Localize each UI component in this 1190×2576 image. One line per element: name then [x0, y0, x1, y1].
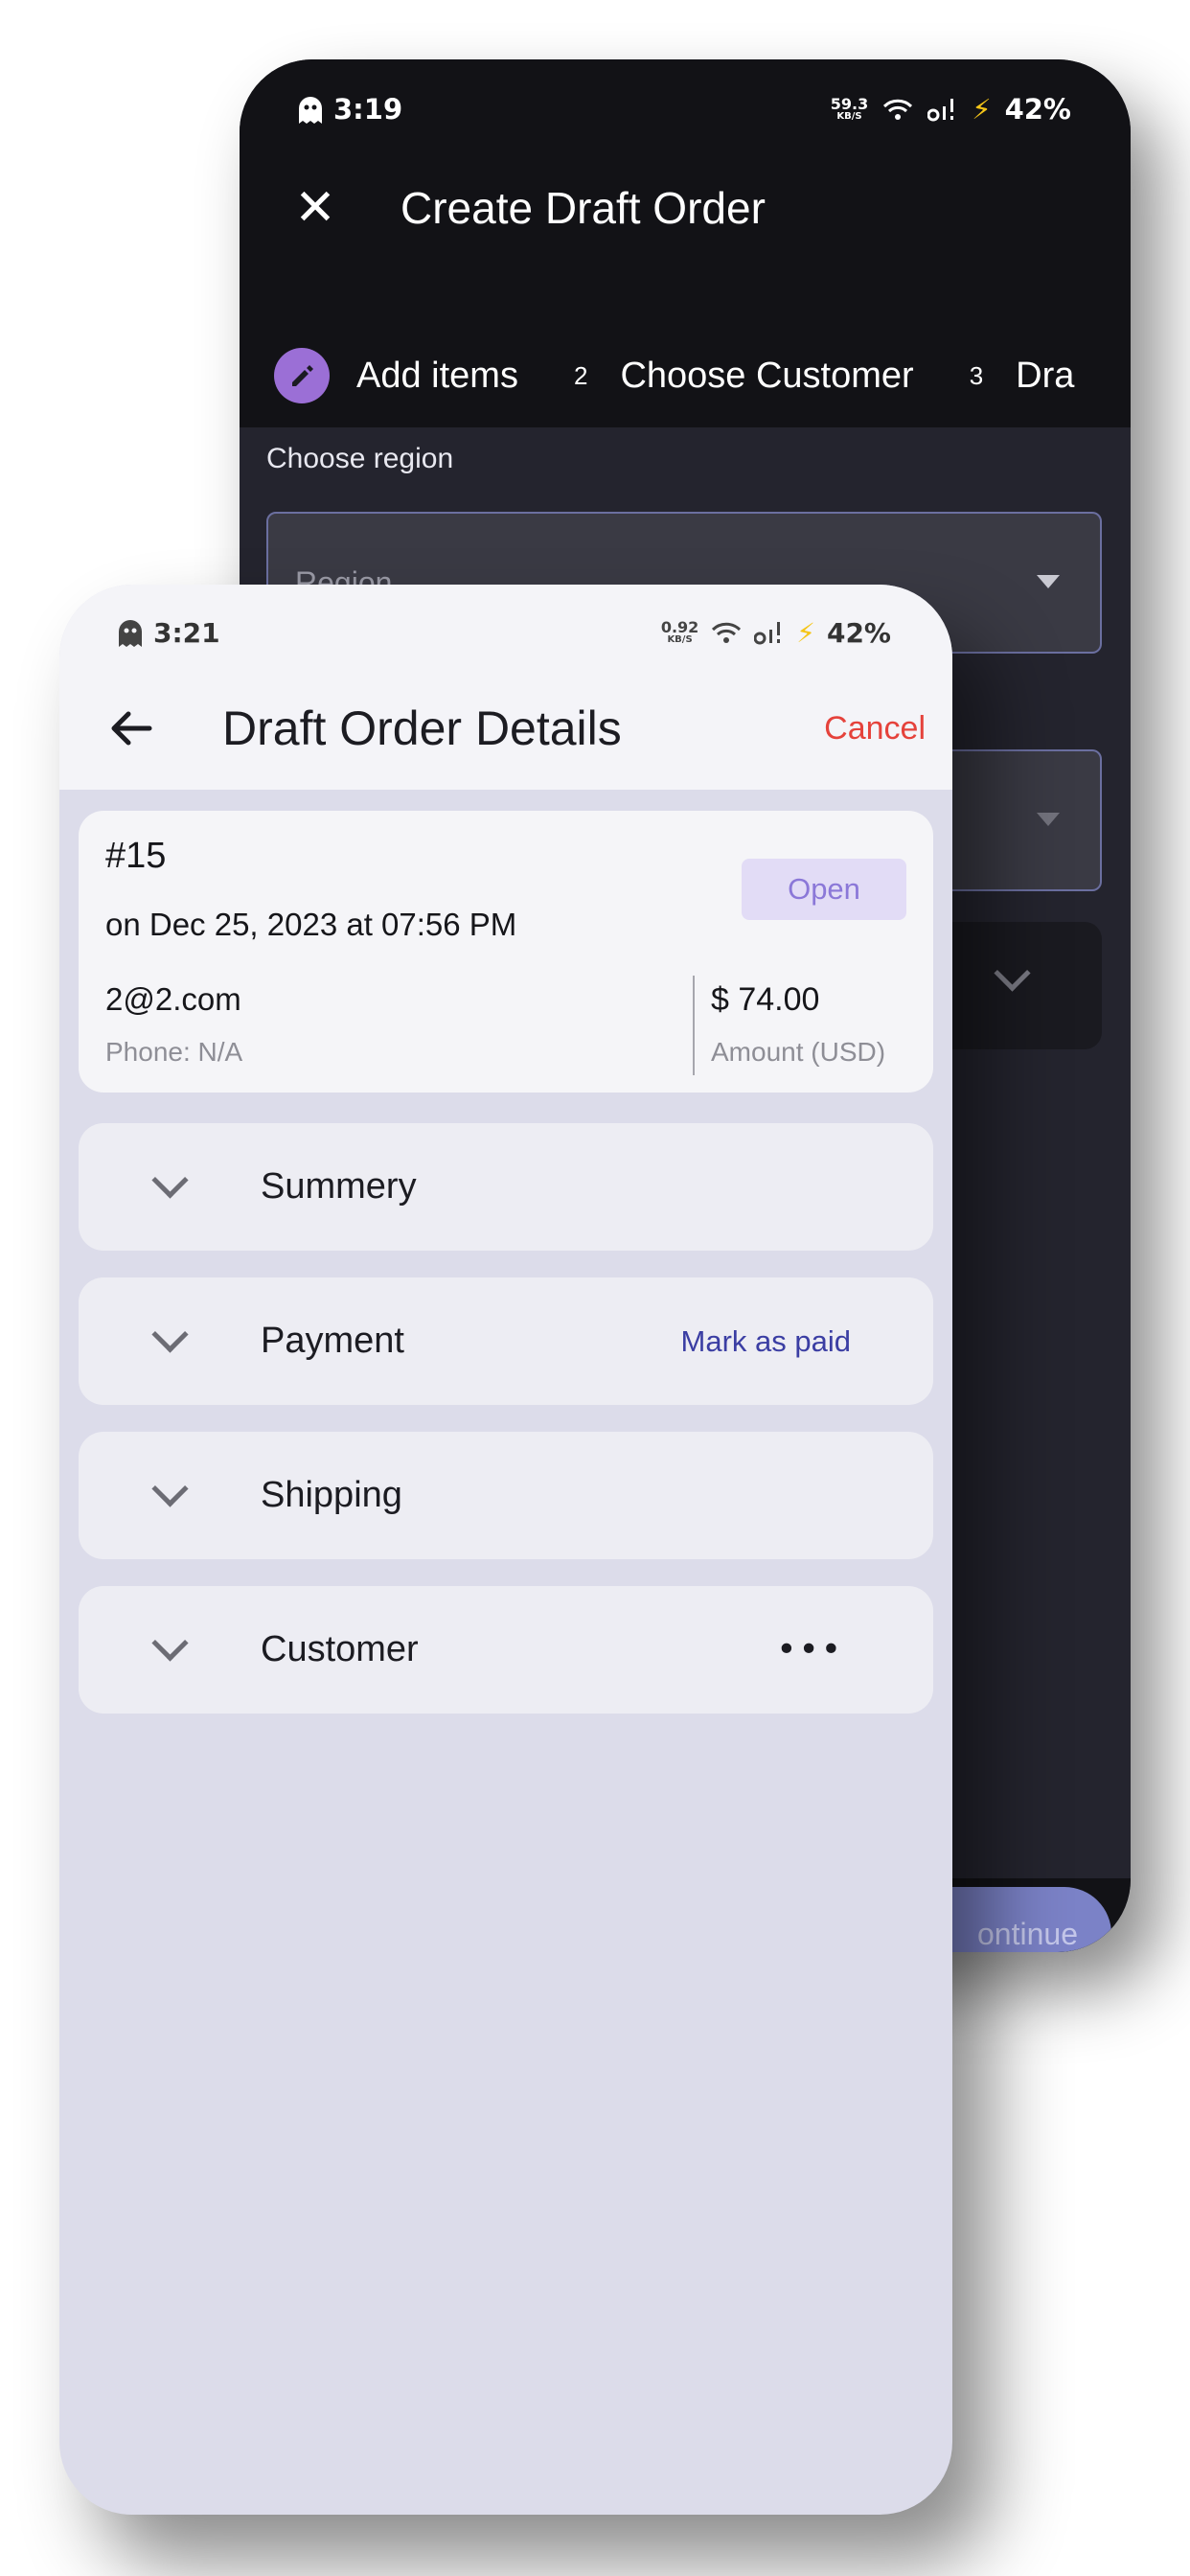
status-bar-left: 3:19: [297, 80, 402, 138]
close-icon[interactable]: ✕: [282, 174, 349, 242]
customer-phone: Phone: N/A: [105, 1037, 243, 1067]
status-bar-right: 0.92 KB/S ⚡ 42%: [661, 604, 891, 661]
step-draft[interactable]: Dra: [1016, 356, 1074, 397]
region-label: Choose region: [266, 443, 454, 474]
step-choose-customer[interactable]: Choose Customer: [620, 356, 913, 397]
foreground-phone-screen: 3:21 0.92 KB/S ⚡ 42% Draft Order Details…: [59, 585, 952, 2515]
chevron-down-icon: [151, 1470, 189, 1507]
wifi-icon: [883, 99, 913, 120]
chevron-down-icon: [151, 1624, 189, 1662]
charging-icon: ⚡: [972, 93, 992, 126]
more-icon[interactable]: •••: [776, 1586, 843, 1714]
pencil-icon: [274, 348, 330, 403]
section-label: Shipping: [261, 1475, 402, 1515]
status-time: 3:19: [333, 93, 403, 126]
chevron-down-icon: [994, 954, 1031, 992]
chevron-down-icon: [151, 1162, 189, 1199]
amount-label: Amount (USD): [711, 1037, 886, 1067]
order-summary-card: #15 on Dec 25, 2023 at 07:56 PM Open 2@2…: [79, 811, 933, 1092]
step-number: 3: [969, 360, 984, 390]
network-speed: 59.3 KB/S: [830, 95, 869, 122]
network-speed: 0.92 KB/S: [660, 618, 699, 645]
signal-icon: [927, 99, 954, 122]
order-number: #15: [105, 836, 167, 876]
charging-icon: ⚡: [796, 616, 815, 649]
wifi-icon: [712, 622, 742, 643]
step-add-items[interactable]: Add items: [356, 356, 518, 397]
cancel-button[interactable]: Cancel: [824, 690, 926, 767]
battery-level: 42%: [826, 616, 891, 649]
stepper: Add items 2 Choose Customer 3 Dra: [274, 347, 1074, 404]
ghost-icon: [299, 97, 322, 124]
payment-section[interactable]: Payment Mark as paid: [79, 1277, 933, 1405]
order-amount: $ 74.00: [711, 981, 820, 1018]
chevron-down-icon: [151, 1316, 189, 1353]
back-arrow-icon[interactable]: [94, 690, 171, 767]
section-label: Summery: [261, 1166, 417, 1207]
status-bar-left: 3:21: [117, 604, 220, 661]
signal-icon: [754, 622, 781, 645]
divider: [693, 976, 695, 1075]
status-time: 3:21: [153, 616, 220, 649]
status-badge: Open: [742, 859, 906, 920]
mark-as-paid-button[interactable]: Mark as paid: [681, 1277, 851, 1405]
page-title: Draft Order Details: [222, 702, 622, 755]
section-label: Customer: [261, 1629, 419, 1669]
status-bar-right: 59.3 KB/S ⚡ 42%: [831, 80, 1071, 138]
customer-email: 2@2.com: [105, 981, 241, 1017]
page-title: Create Draft Order: [400, 183, 766, 233]
order-date: on Dec 25, 2023 at 07:56 PM: [105, 907, 517, 942]
step-number: 2: [573, 360, 588, 390]
shipping-section[interactable]: Shipping: [79, 1432, 933, 1559]
summary-section[interactable]: Summery: [79, 1123, 933, 1251]
customer-section[interactable]: Customer •••: [79, 1586, 933, 1714]
section-label: Payment: [261, 1321, 404, 1361]
dropdown-arrow-icon: [1037, 813, 1060, 826]
ghost-icon: [119, 620, 142, 647]
battery-level: 42%: [1004, 93, 1071, 126]
dropdown-arrow-icon: [1037, 575, 1060, 588]
